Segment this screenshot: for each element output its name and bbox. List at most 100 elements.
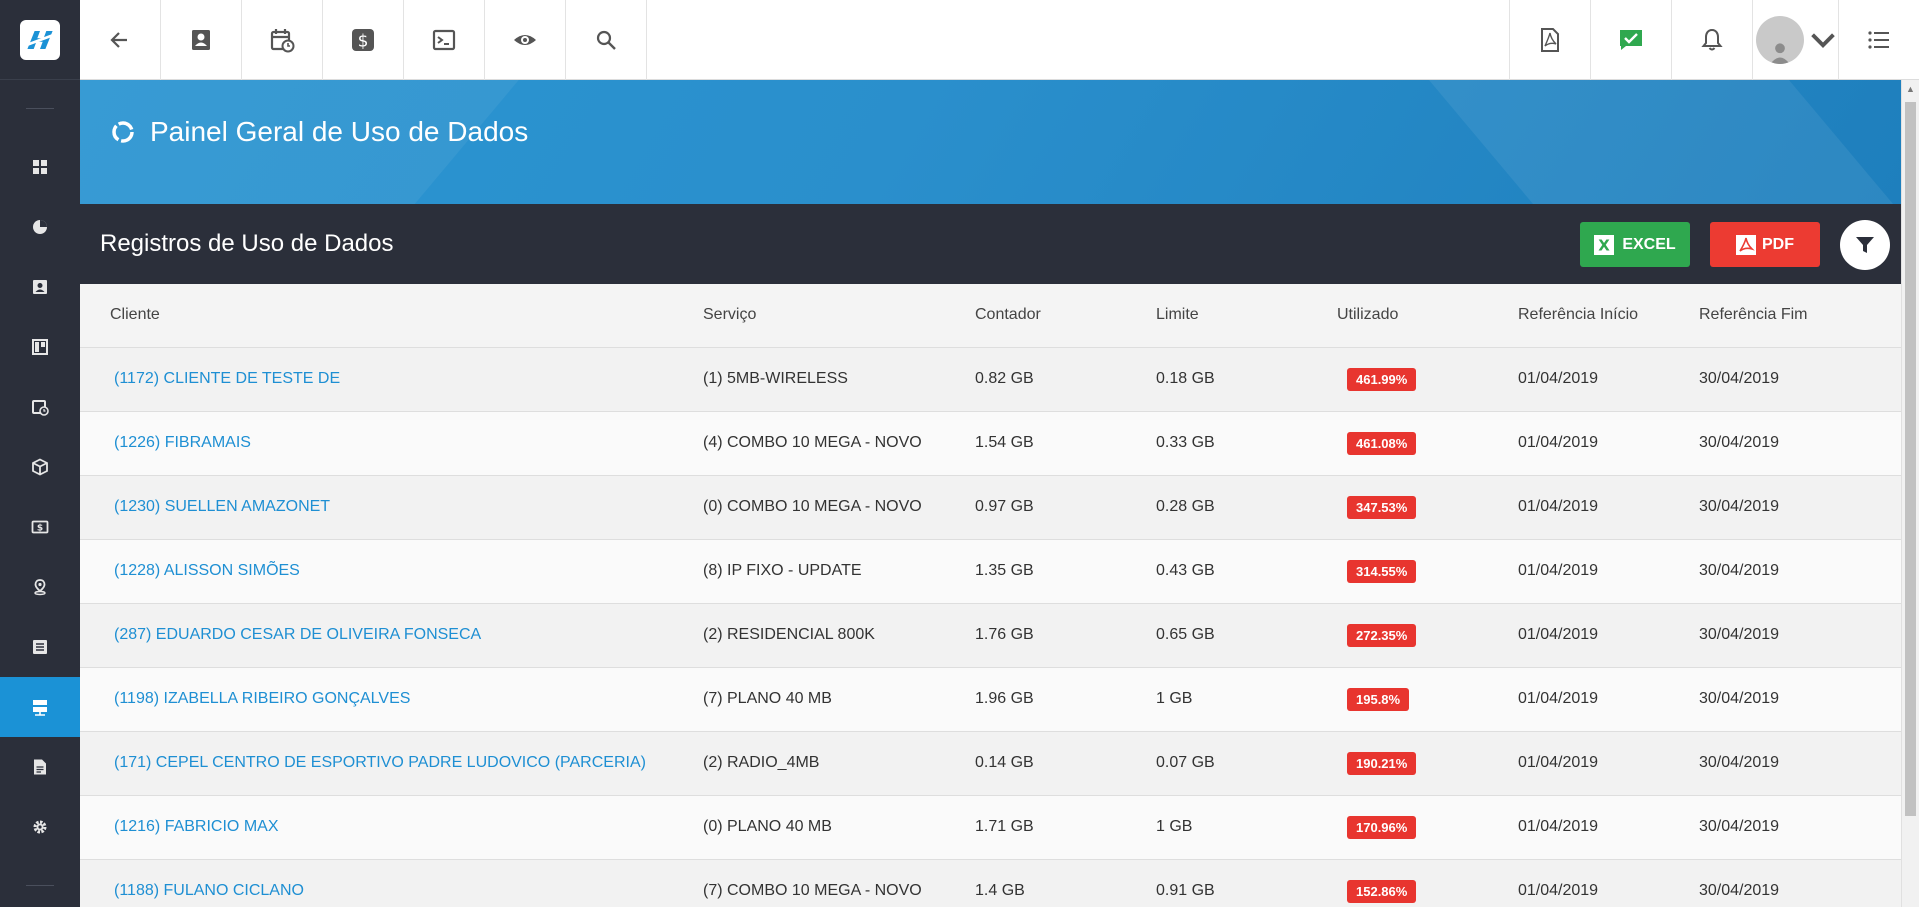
column-header-limite[interactable]: Limite (1156, 284, 1337, 348)
sidebar-item-finance[interactable]: $ (0, 497, 80, 557)
calendar-clock-icon (32, 400, 49, 416)
contact-card-icon (192, 30, 210, 50)
page-title: Painel Geral de Uso de Dados (150, 116, 529, 147)
back-button[interactable] (80, 0, 161, 80)
usage-badge: 314.55% (1347, 559, 1417, 583)
export-pdf-button[interactable]: PDF (1710, 222, 1820, 267)
service-cell: (7) COMBO 10 MEGA - NOVO (703, 859, 975, 907)
sidebar-divider-bottom (26, 885, 54, 886)
sidebar-item-stock[interactable] (0, 437, 80, 497)
usage-badge: 347.53% (1347, 495, 1417, 519)
column-header-utilizado[interactable]: Utilizado (1337, 284, 1518, 348)
client-link[interactable]: (287) EDUARDO CESAR DE OLIVEIRA FONSECA (114, 626, 481, 643)
calendar-clock-icon (270, 29, 295, 53)
end-date-cell: 30/04/2019 (1699, 603, 1901, 668)
counter-cell: 1.96 GB (975, 667, 1156, 732)
client-link[interactable]: (171) CEPEL CENTRO DE ESPORTIVO PADRE LU… (114, 754, 646, 771)
search-button[interactable] (566, 0, 647, 80)
end-date-cell: 30/04/2019 (1699, 859, 1901, 907)
filter-button[interactable] (1840, 220, 1890, 270)
client-link[interactable]: (1198) IZABELLA RIBEIRO GONÇALVES (114, 690, 410, 707)
contacts-button[interactable] (161, 0, 242, 80)
svg-text:X: X (1599, 236, 1611, 254)
export-pdf-label: PDF (1762, 235, 1794, 253)
scroll-up-arrow-icon[interactable]: ▲ (1902, 80, 1919, 98)
vertical-scrollbar[interactable]: ▲ (1901, 80, 1919, 907)
counter-cell: 1.76 GB (975, 603, 1156, 668)
client-link[interactable]: (1188) FULANO CICLANO (114, 882, 304, 899)
limit-cell: 1 GB (1156, 795, 1337, 860)
terminal-icon (432, 29, 456, 51)
service-cell: (4) COMBO 10 MEGA - NOVO (703, 411, 975, 476)
document-icon (34, 759, 46, 775)
end-date-cell: 30/04/2019 (1699, 411, 1901, 476)
sidebar: $ (0, 0, 80, 907)
usage-badge: 272.35% (1347, 623, 1417, 647)
terminal-button[interactable] (404, 0, 485, 80)
end-date-cell: 30/04/2019 (1699, 731, 1901, 796)
start-date-cell: 01/04/2019 (1518, 731, 1699, 796)
dashboard-icon (33, 160, 47, 174)
logo-container[interactable] (0, 0, 80, 80)
client-link[interactable]: (1226) FIBRAMAIS (114, 434, 251, 451)
user-menu-button[interactable] (1752, 0, 1838, 80)
scrollbar-thumb[interactable] (1905, 102, 1916, 816)
client-link[interactable]: (1172) CLIENTE DE TESTE DE (114, 370, 340, 387)
filter-icon (1856, 237, 1874, 253)
sidebar-item-locations[interactable] (0, 557, 80, 617)
limit-cell: 0.43 GB (1156, 539, 1337, 604)
end-date-cell: 30/04/2019 (1699, 795, 1901, 860)
counter-cell: 1.35 GB (975, 539, 1156, 604)
client-link[interactable]: (1228) ALISSON SIMÕES (114, 562, 300, 579)
limit-cell: 0.07 GB (1156, 731, 1337, 796)
sidebar-item-dashboard[interactable] (0, 137, 80, 197)
tasks-button[interactable] (1590, 0, 1671, 80)
start-date-cell: 01/04/2019 (1518, 539, 1699, 604)
service-cell: (1) 5MB-WIRELESS (703, 347, 975, 412)
start-date-cell: 01/04/2019 (1518, 603, 1699, 668)
box-icon (32, 458, 48, 476)
table-row: (1198) IZABELLA RIBEIRO GONÇALVES (7) PL… (80, 667, 1901, 732)
sidebar-item-contacts[interactable] (0, 257, 80, 317)
server-icon (33, 700, 47, 716)
limit-cell: 1 GB (1156, 667, 1337, 732)
export-excel-button[interactable]: X EXCEL (1580, 222, 1690, 267)
client-link[interactable]: (1216) FABRICIO MAX (114, 818, 279, 835)
main-menu-button[interactable] (1838, 0, 1919, 80)
sidebar-item-documents[interactable] (0, 737, 80, 797)
usage-badge: 152.86% (1347, 879, 1417, 903)
start-date-cell: 01/04/2019 (1518, 795, 1699, 860)
finance-button[interactable]: $ (323, 0, 404, 80)
svg-text:$: $ (358, 32, 369, 52)
counter-cell: 0.14 GB (975, 731, 1156, 796)
dollar-icon: $ (352, 29, 374, 52)
start-date-cell: 01/04/2019 (1518, 667, 1699, 732)
sidebar-item-schedule[interactable] (0, 377, 80, 437)
sidebar-item-board[interactable] (0, 317, 80, 377)
column-header-referencia-inicio[interactable]: Referência Início (1518, 284, 1699, 348)
column-header-contador[interactable]: Contador (975, 284, 1156, 348)
notifications-button[interactable] (1671, 0, 1752, 80)
view-button[interactable] (485, 0, 566, 80)
sidebar-item-reports[interactable] (0, 197, 80, 257)
sidebar-item-settings[interactable] (0, 797, 80, 857)
sidebar-item-servers[interactable] (0, 677, 80, 737)
schedule-button[interactable] (242, 0, 323, 80)
sidebar-item-list[interactable] (0, 617, 80, 677)
pdf-button[interactable] (1509, 0, 1590, 80)
column-header-referencia-fim[interactable]: Referência Fim (1699, 284, 1901, 348)
counter-cell: 0.82 GB (975, 347, 1156, 412)
chevron-down-icon (1810, 33, 1835, 48)
table-header-row: Cliente Serviço Contador Limite Utilizad… (80, 284, 1901, 348)
menu-list-icon (1868, 31, 1889, 49)
column-header-cliente[interactable]: Cliente (80, 284, 703, 348)
client-link[interactable]: (1230) SUELLEN AMAZONET (114, 498, 330, 515)
list-icon (33, 640, 47, 654)
toolbar-right-group (1509, 0, 1919, 80)
start-date-cell: 01/04/2019 (1518, 411, 1699, 476)
brand-logo[interactable] (20, 19, 60, 60)
counter-cell: 1.4 GB (975, 859, 1156, 907)
column-header-servico[interactable]: Serviço (703, 284, 975, 348)
table-row: (171) CEPEL CENTRO DE ESPORTIVO PADRE LU… (80, 731, 1901, 796)
svg-text:$: $ (37, 524, 43, 534)
